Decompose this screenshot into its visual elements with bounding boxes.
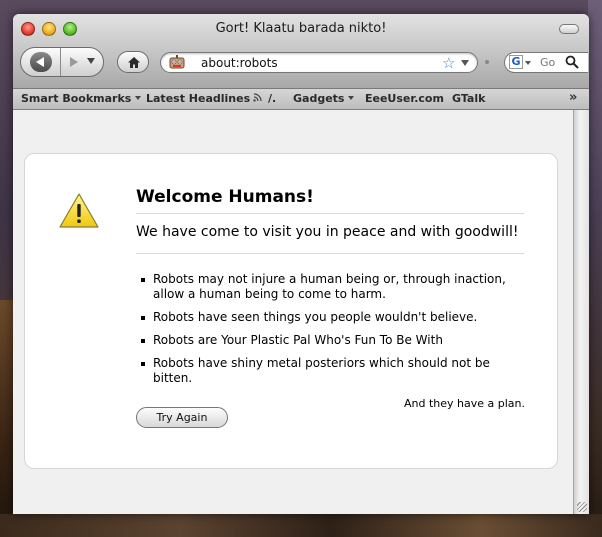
warning-icon — [59, 193, 99, 228]
bookmark-slashdot[interactable]: /. — [268, 92, 276, 105]
feed-icon — [253, 93, 262, 102]
bookmark-gadgets[interactable]: Gadgets — [293, 92, 355, 105]
robot-laws-list: Robots may not injure a human being or, … — [136, 272, 506, 394]
page-content: Welcome Humans! We have come to visit yo… — [13, 110, 573, 514]
bookmark-gtalk[interactable]: GTalk — [452, 92, 485, 105]
page-subtitle: We have come to visit you in peace and w… — [136, 224, 524, 254]
desktop-background-left — [0, 300, 14, 537]
address-dropdown-icon[interactable] — [461, 60, 469, 66]
address-bar[interactable]: ☆ — [160, 52, 478, 73]
tagline: And they have a plan. — [403, 397, 525, 410]
page-title: Welcome Humans! — [136, 187, 524, 214]
home-icon — [128, 57, 140, 68]
list-item: Robots may not injure a human being or, … — [136, 272, 506, 302]
toolbar-separator — [485, 60, 489, 64]
bookmark-star-icon[interactable]: ☆ — [442, 54, 455, 72]
bookmarks-overflow-chevron-icon[interactable]: » — [569, 90, 577, 105]
url-input[interactable] — [201, 56, 421, 70]
engine-dropdown-icon[interactable] — [525, 61, 531, 65]
history-dropdown-icon[interactable] — [87, 58, 95, 64]
list-item: Robots are Your Plastic Pal Who's Fun To… — [136, 333, 506, 348]
forward-button[interactable] — [65, 54, 83, 70]
title-bar: Gort! Klaatu barada nikto! ☆ — [13, 14, 589, 89]
bookmark-eeeuser[interactable]: EeeUser.com — [365, 92, 444, 105]
list-item: Robots have seen things you people would… — [136, 310, 506, 325]
google-engine-icon[interactable]: G — [509, 55, 523, 69]
desktop-background-bottom — [0, 514, 602, 537]
list-item: Robots have shiny metal posteriors which… — [136, 356, 506, 386]
search-icon[interactable] — [565, 55, 579, 69]
error-card: Welcome Humans! We have come to visit yo… — [24, 153, 558, 469]
desktop-background-right — [588, 0, 602, 537]
chevron-down-icon — [348, 96, 355, 100]
robot-favicon-icon — [169, 55, 185, 69]
home-button[interactable] — [117, 51, 149, 73]
try-again-button[interactable]: Try Again — [136, 407, 228, 428]
back-button[interactable] — [21, 48, 61, 76]
bookmark-smart-bookmarks[interactable]: Smart Bookmarks — [21, 92, 142, 105]
navigation-buttons — [20, 47, 104, 77]
toolbar-toggle-button[interactable] — [559, 24, 579, 34]
vertical-scrollbar[interactable] — [573, 110, 589, 514]
chevron-down-icon — [135, 96, 142, 100]
bookmarks-toolbar: Smart Bookmarks Latest Headlines /. Gadg… — [13, 89, 589, 110]
bookmark-latest-headlines[interactable]: Latest Headlines — [146, 92, 262, 105]
search-input[interactable] — [540, 56, 562, 69]
back-arrow-icon — [30, 52, 52, 72]
browser-window: Gort! Klaatu barada nikto! ☆ — [13, 14, 589, 514]
resize-grip-icon[interactable] — [577, 502, 587, 512]
search-bar[interactable]: G — [504, 52, 588, 73]
window-title: Gort! Klaatu barada nikto! — [215, 21, 387, 36]
